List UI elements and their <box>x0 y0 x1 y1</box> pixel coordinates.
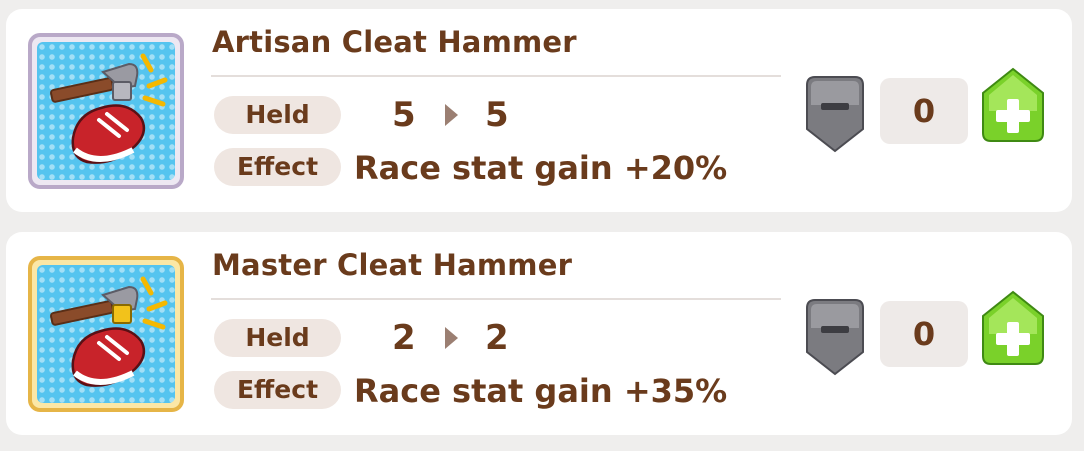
effect-value: Race stat gain +20% <box>354 149 728 187</box>
increment-button[interactable] <box>977 290 1049 370</box>
held-label: Held <box>214 96 341 134</box>
decrement-button[interactable] <box>801 75 869 155</box>
held-after: 5 <box>485 95 509 135</box>
divider <box>211 298 781 300</box>
item-icon-frame <box>28 256 184 412</box>
item-name: Artisan Cleat Hammer <box>212 25 577 59</box>
item-name: Master Cleat Hammer <box>212 248 573 282</box>
increment-button[interactable] <box>977 67 1049 147</box>
item-icon-frame <box>28 33 184 189</box>
item-card: Artisan Cleat Hammer Held 5 5 Effect Rac… <box>6 9 1072 212</box>
held-current: 2 <box>392 318 416 358</box>
cleat-hammer-icon <box>37 265 175 403</box>
minus-icon <box>806 76 864 153</box>
effect-label: Effect <box>214 148 341 186</box>
arrow-right-icon <box>445 327 458 349</box>
held-after: 2 <box>485 318 509 358</box>
effect-value: Race stat gain +35% <box>354 372 728 410</box>
quantity-value: 0 <box>880 301 968 367</box>
plus-icon <box>982 67 1044 142</box>
held-label: Held <box>214 319 341 357</box>
plus-icon <box>982 290 1044 365</box>
divider <box>211 75 781 77</box>
cleat-hammer-icon <box>37 42 175 180</box>
effect-label: Effect <box>214 371 341 409</box>
minus-icon <box>806 299 864 376</box>
item-card: Master Cleat Hammer Held 2 2 Effect Race… <box>6 232 1072 435</box>
arrow-right-icon <box>445 104 458 126</box>
quantity-value: 0 <box>880 78 968 144</box>
held-current: 5 <box>392 95 416 135</box>
decrement-button[interactable] <box>801 298 869 378</box>
